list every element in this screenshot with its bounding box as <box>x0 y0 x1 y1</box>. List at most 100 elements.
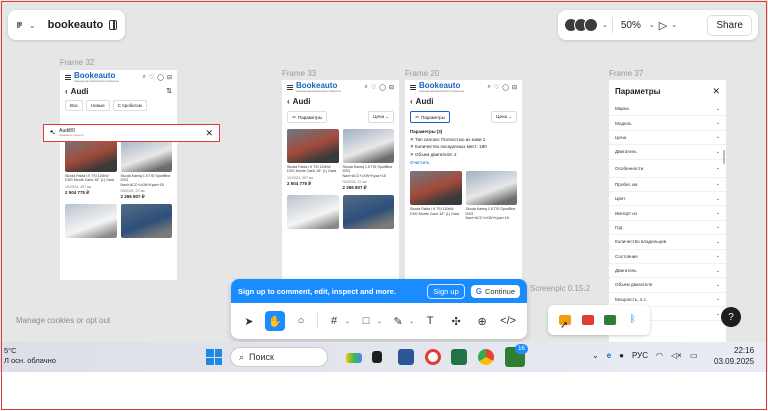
weather-widget[interactable]: 5°C Л осн. облачно <box>4 346 56 366</box>
car-card[interactable]: Skoda Kamiq 1.5 TSI SportBne DSG Navi+AC… <box>342 129 394 191</box>
cart-icon[interactable]: ⊟ <box>389 84 394 91</box>
param-item[interactable]: Двигатель ⌄ <box>609 145 726 160</box>
tab-new[interactable]: Новые <box>85 100 110 111</box>
menu-icon[interactable] <box>65 74 71 80</box>
chevron-down-icon[interactable]: ⌄ <box>377 318 382 325</box>
param-item[interactable]: Цвет ⌄ <box>609 192 726 207</box>
sidebar-toggle-icon[interactable] <box>109 20 117 30</box>
google-continue-button[interactable]: G Continue <box>470 284 520 298</box>
frame-37[interactable]: Параметры ✕ Марка ⌄ Модель ⌄ Цена ⌄ Двигате… <box>609 80 726 342</box>
move-tool-icon[interactable]: ➤ <box>239 311 259 331</box>
clock[interactable]: 22:16 03.09.2025 <box>714 346 754 368</box>
opera-icon[interactable] <box>425 349 441 365</box>
clear-link[interactable]: Очистить <box>410 159 517 167</box>
dev-mode-icon[interactable]: </> <box>498 311 518 331</box>
paint-icon[interactable]: ● <box>619 351 624 360</box>
avatar[interactable] <box>584 18 598 32</box>
frame-label-32[interactable]: Frame 32 <box>60 58 94 67</box>
car-photo[interactable] <box>65 138 117 172</box>
chevron-down-icon[interactable]: ⌄ <box>602 21 608 29</box>
param-item[interactable]: Количество владельцев ⌄ <box>609 235 726 250</box>
param-line[interactable]: ✕ Тип салона: Полностью из кожи 1 <box>410 136 517 144</box>
car-card[interactable] <box>287 195 339 230</box>
search-icon[interactable]: ⌕ <box>487 84 490 91</box>
heart-icon[interactable]: ♡ <box>494 84 499 91</box>
chevron-down-icon[interactable]: ⌄ <box>409 318 414 325</box>
battery-icon[interactable]: ▭ <box>690 351 698 360</box>
frame-20[interactable]: Bookeauto Аренда автомобилей из Европы ⌕… <box>405 80 522 280</box>
rectangle-tool-icon[interactable]: □ <box>356 311 376 331</box>
user-icon[interactable]: ◯ <box>157 74 164 81</box>
edge-icon[interactable]: e <box>607 351 611 360</box>
keyboard-language[interactable]: РУС <box>632 351 648 360</box>
comment-tool-icon[interactable]: ○ <box>291 311 311 331</box>
param-item[interactable]: Состояние ⌄ <box>609 250 726 264</box>
taskbar-search[interactable]: ⌕ Поиск <box>230 347 328 367</box>
param-line[interactable]: ✕ Объем двигателя: 2 <box>410 151 517 159</box>
car-photo[interactable] <box>410 171 462 206</box>
frame-label-20[interactable]: Frame 20 <box>405 69 439 78</box>
user-icon[interactable]: ◯ <box>502 84 509 91</box>
car-photo[interactable] <box>287 195 339 230</box>
param-item[interactable]: Двигатель ⌄ <box>609 264 726 279</box>
back-icon[interactable]: ‹ <box>287 97 290 106</box>
frame-tool-icon[interactable]: # <box>324 311 344 331</box>
search-icon[interactable]: ⌕ <box>364 84 367 91</box>
frame-33[interactable]: Bookeauto Аренда автомобилей из Европы ⌕… <box>282 80 399 280</box>
frame-32[interactable]: Bookeauto Аренда автомобилей из Европы ⌕… <box>60 70 177 280</box>
car-card[interactable]: Skoda Fabia I.9 TSI 110kW DSG Monte Carl… <box>287 129 339 191</box>
tab-used[interactable]: С пробегом <box>112 100 147 111</box>
excel-icon[interactable] <box>451 349 467 365</box>
price-select[interactable]: Цена ⌄ <box>491 111 517 123</box>
zoom-level[interactable]: 50% <box>617 20 645 31</box>
tab-all[interactable]: Все <box>65 100 83 111</box>
user-icon[interactable]: ◯ <box>379 84 386 91</box>
car-photo[interactable] <box>287 129 339 163</box>
back-icon[interactable]: ‹ <box>65 87 68 96</box>
volume-icon[interactable]: ◁× <box>671 351 682 360</box>
start-icon[interactable] <box>206 349 222 365</box>
menu-icon[interactable] <box>287 84 293 90</box>
car-card[interactable] <box>65 204 117 239</box>
manage-cookies-link[interactable]: Manage cookies or opt out <box>16 316 110 325</box>
close-icon[interactable]: ✕ <box>712 86 720 97</box>
frame-label-33[interactable]: Frame 33 <box>282 69 316 78</box>
param-item[interactable]: Модель ⌄ <box>609 116 726 131</box>
param-item[interactable]: Год ⌄ <box>609 221 726 236</box>
car-card[interactable] <box>120 204 172 239</box>
extension-icon[interactable] <box>581 315 594 325</box>
wifi-icon[interactable]: ◠ <box>656 351 663 360</box>
car-photo[interactable] <box>465 171 517 206</box>
car-photo[interactable] <box>120 138 172 172</box>
car-card[interactable] <box>342 195 394 230</box>
car-photo[interactable] <box>342 195 394 230</box>
word-icon[interactable] <box>398 349 414 365</box>
text-tool-icon[interactable]: T <box>420 311 440 331</box>
heart-icon[interactable]: ♡ <box>371 84 376 91</box>
param-item[interactable]: Пробег, км ⌄ <box>609 178 726 192</box>
param-item[interactable]: Цена ⌄ <box>609 131 726 146</box>
car-card[interactable]: Skoda Kamiq 1.5 TSI SportBne DSG Navi+AC… <box>120 138 172 200</box>
app-icon[interactable] <box>372 351 382 363</box>
cart-icon[interactable]: ⊟ <box>167 74 172 81</box>
help-button[interactable]: ? <box>721 307 741 327</box>
chevron-down-icon[interactable]: ⌄ <box>649 21 655 29</box>
params-button[interactable]: ⚌ Параметры <box>287 111 328 123</box>
car-photo[interactable] <box>120 204 172 239</box>
params-button[interactable]: ⚌ Параметры <box>410 111 451 123</box>
price-select[interactable]: Цена ⌄ <box>368 111 394 123</box>
car-card[interactable]: Skoda Kamiq 1.5 TSI SportBne DSG Navi+AC… <box>465 171 517 220</box>
collaborator-avatars[interactable] <box>564 18 598 32</box>
hand-tool-icon[interactable]: ✋ <box>265 311 285 331</box>
heart-icon[interactable]: ♡ <box>149 74 154 81</box>
chrome-icon[interactable] <box>478 349 494 365</box>
pen-tool-icon[interactable]: ✎ <box>388 311 408 331</box>
car-card[interactable]: Skoda Fabia I.9 TSI 110kW DSG Monte Carl… <box>410 171 462 220</box>
bluetooth-icon[interactable]: ᛒ <box>626 315 639 325</box>
back-icon[interactable]: ‹ <box>410 97 413 106</box>
car-card[interactable]: Skoda Fabia I.9 TSI 110kW DSG Monte Carl… <box>65 138 117 200</box>
figma-icon[interactable] <box>16 19 23 31</box>
frame-label-37[interactable]: Frame 37 <box>609 69 643 78</box>
present-icon[interactable]: ▷ <box>659 19 667 32</box>
param-line[interactable]: ✕ Количество посадочных мест: 180 <box>410 143 517 151</box>
